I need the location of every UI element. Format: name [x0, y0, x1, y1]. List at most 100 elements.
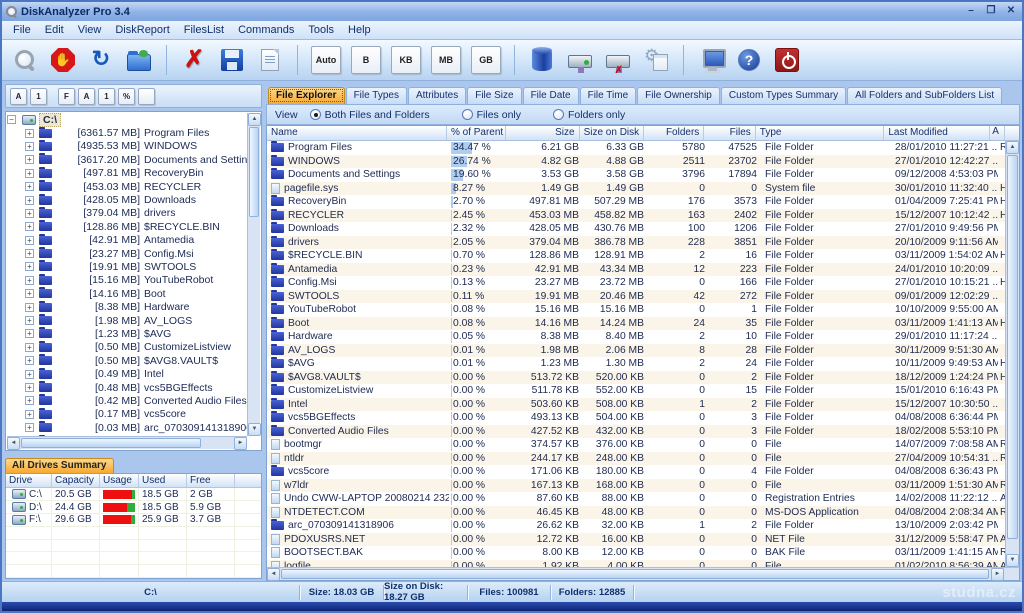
tree-item[interactable]: +[4935.53 MB]WINDOWS	[7, 140, 247, 153]
scroll-up-icon[interactable]: ▲	[248, 113, 261, 126]
menu-commands[interactable]: Commands	[231, 22, 301, 38]
expand-icon[interactable]: +	[25, 370, 34, 379]
unit-button-auto[interactable]: Auto	[311, 46, 341, 74]
tree-sort-button-2[interactable]: F	[58, 88, 75, 105]
tree-vertical-scrollbar[interactable]: ▲ ▼	[247, 113, 260, 436]
table-row[interactable]: Converted Audio Files0.00 %427.52 KB432.…	[267, 425, 1019, 439]
tree-item[interactable]: +[1.98 MB]AV_LOGS	[7, 314, 247, 327]
column-header-type[interactable]: Type	[756, 126, 885, 140]
table-row[interactable]: Antamedia0.23 %42.91 MB43.34 MB12223File…	[267, 263, 1019, 277]
table-row[interactable]: SWTOOLS0.11 %19.91 MB20.46 MB42272File F…	[267, 290, 1019, 304]
tree-item[interactable]: +[3617.20 MB]Documents and Settings	[7, 153, 247, 166]
drives-col-usage[interactable]: Usage	[100, 474, 139, 487]
drives-col-capacity[interactable]: Capacity	[52, 474, 100, 487]
table-row[interactable]: $AVG0.01 %1.23 MB1.30 MB224File Folder10…	[267, 357, 1019, 371]
scroll-right-icon[interactable]: ►	[234, 437, 247, 450]
tab-all-folders-and-subfolders-list[interactable]: All Folders and SubFolders List	[847, 87, 1002, 104]
tree-item[interactable]: +[19.91 MB]SWTOOLS	[7, 260, 247, 273]
scroll-thumb[interactable]	[249, 127, 259, 217]
expand-icon[interactable]: +	[25, 236, 34, 245]
unit-button-mb[interactable]: MB	[431, 46, 461, 74]
scroll-down-icon[interactable]: ▼	[1006, 554, 1019, 567]
tree-item[interactable]: +[0.17 MB]vcs5core	[7, 408, 247, 421]
radio-icon[interactable]	[310, 109, 321, 120]
expand-icon[interactable]: +	[25, 423, 34, 432]
tab-file-date[interactable]: File Date	[523, 87, 579, 104]
open-folder-button[interactable]	[122, 44, 156, 76]
menu-tools[interactable]: Tools	[301, 22, 341, 38]
scroll-thumb[interactable]	[281, 569, 989, 579]
refresh-button[interactable]: ↻	[84, 44, 118, 76]
radio-icon[interactable]	[553, 109, 564, 120]
stop-button[interactable]: ✋	[46, 44, 80, 76]
table-row[interactable]: logfile0.00 %1.92 KB4.00 KB00File01/02/2…	[267, 560, 1019, 568]
expand-icon[interactable]: +	[25, 169, 34, 178]
maximize-button[interactable]: ❐	[984, 6, 998, 18]
expand-icon[interactable]: +	[25, 182, 34, 191]
menu-diskreport[interactable]: DiskReport	[108, 22, 176, 38]
column-header-files[interactable]: Files	[704, 126, 755, 140]
tree-item[interactable]: +[6361.57 MB]Program Files	[7, 126, 247, 139]
expand-icon[interactable]: +	[25, 396, 34, 405]
table-row[interactable]: WINDOWS26.74 %4.82 GB4.88 GB251123702Fil…	[267, 155, 1019, 169]
tree-sort-button-0[interactable]: A	[10, 88, 27, 105]
tree-sort-button-6[interactable]	[138, 88, 155, 105]
column-header-size[interactable]: Size	[506, 126, 579, 140]
table-row[interactable]: RecoveryBin2.70 %497.81 MB507.29 MB17635…	[267, 195, 1019, 209]
tree-sort-button-4[interactable]: 1	[98, 88, 115, 105]
options-button[interactable]	[639, 44, 673, 76]
table-row[interactable]: Downloads2.32 %428.05 MB430.76 MB1001206…	[267, 222, 1019, 236]
expand-icon[interactable]: +	[25, 155, 34, 164]
table-horizontal-scrollbar[interactable]: ◄ ►	[267, 567, 1019, 580]
scroll-down-icon[interactable]: ▼	[248, 423, 261, 436]
table-row[interactable]: Config.Msi0.13 %23.27 MB23.72 MB0166File…	[267, 276, 1019, 290]
expand-icon[interactable]: +	[25, 289, 34, 298]
table-row[interactable]: w7ldr0.00 %167.13 KB168.00 KB00File03/11…	[267, 479, 1019, 493]
view-option-both-files-and-folders[interactable]: Both Files and Folders	[310, 109, 430, 121]
tree-item[interactable]: +[1.23 MB]$AVG	[7, 327, 247, 340]
tree-item[interactable]: +[0.42 MB]Converted Audio Files	[7, 394, 247, 407]
tab-file-time[interactable]: File Time	[580, 87, 637, 104]
column-header-last-modified[interactable]: Last Modified	[884, 126, 990, 140]
tree-sort-button-3[interactable]: A	[78, 88, 95, 105]
table-row[interactable]: Program Files34.47 %6.21 GB6.33 GB578047…	[267, 141, 1019, 155]
table-row[interactable]: Boot0.08 %14.16 MB14.24 MB2435File Folde…	[267, 317, 1019, 331]
tree-item[interactable]: +[8.38 MB]Hardware	[7, 300, 247, 313]
tab-file-types[interactable]: File Types	[346, 87, 407, 104]
collapse-icon[interactable]: −	[7, 115, 16, 124]
tree-sort-button-1[interactable]: 1	[30, 88, 47, 105]
expand-icon[interactable]: +	[25, 249, 34, 258]
table-row[interactable]: bootmgr0.00 %374.57 KB376.00 KB00File14/…	[267, 438, 1019, 452]
drives-col-free[interactable]: Free	[187, 474, 235, 487]
menu-help[interactable]: Help	[341, 22, 378, 38]
tab-file-ownership[interactable]: File Ownership	[637, 87, 720, 104]
table-row[interactable]: BOOTSECT.BAK0.00 %8.00 KB12.00 KB00BAK F…	[267, 546, 1019, 560]
table-row[interactable]: $AVG8.VAULT$0.00 %513.72 KB520.00 KB02Fi…	[267, 371, 1019, 385]
scroll-left-icon[interactable]: ◄	[267, 568, 280, 581]
column-header-name[interactable]: Name	[267, 126, 447, 140]
unit-button-gb[interactable]: GB	[471, 46, 501, 74]
tree-item[interactable]: +[379.04 MB]drivers	[7, 207, 247, 220]
tree-item[interactable]: +[0.50 MB]$AVG8.VAULT$	[7, 354, 247, 367]
table-row[interactable]: Undo CWW-LAPTOP 20080214 232211....0.00 …	[267, 492, 1019, 506]
drive-row[interactable]: F:\29.6 GB25.9 GB3.7 GB	[6, 514, 261, 527]
scroll-right-icon[interactable]: ►	[991, 568, 1004, 581]
save-button[interactable]	[215, 44, 249, 76]
menu-edit[interactable]: Edit	[38, 22, 71, 38]
tree-item[interactable]: +[15.16 MB]YouTubeRobot	[7, 274, 247, 287]
drives-col-used[interactable]: Used	[139, 474, 187, 487]
expand-icon[interactable]: +	[25, 209, 34, 218]
expand-icon[interactable]: +	[25, 356, 34, 365]
scroll-up-icon[interactable]: ▲	[1006, 141, 1019, 154]
drives-summary-tab[interactable]: All Drives Summary	[5, 455, 262, 473]
view-option-folders-only[interactable]: Folders only	[553, 109, 625, 121]
table-row[interactable]: AV_LOGS0.01 %1.98 MB2.06 MB828File Folde…	[267, 344, 1019, 358]
table-row[interactable]: Documents and Settings19.60 %3.53 GB3.58…	[267, 168, 1019, 182]
expand-icon[interactable]: +	[25, 142, 34, 151]
drive-row[interactable]: D:\24.4 GB18.5 GB5.9 GB	[6, 501, 261, 514]
table-row[interactable]: NTDETECT.COM0.00 %46.45 KB48.00 KB00MS-D…	[267, 506, 1019, 520]
tree-item[interactable]: +[453.03 MB]RECYCLER	[7, 180, 247, 193]
column-header-folders[interactable]: Folders	[644, 126, 704, 140]
column-header-size-on-disk[interactable]: Size on Disk	[580, 126, 644, 140]
column-header--of-parent[interactable]: % of Parent	[447, 126, 506, 140]
